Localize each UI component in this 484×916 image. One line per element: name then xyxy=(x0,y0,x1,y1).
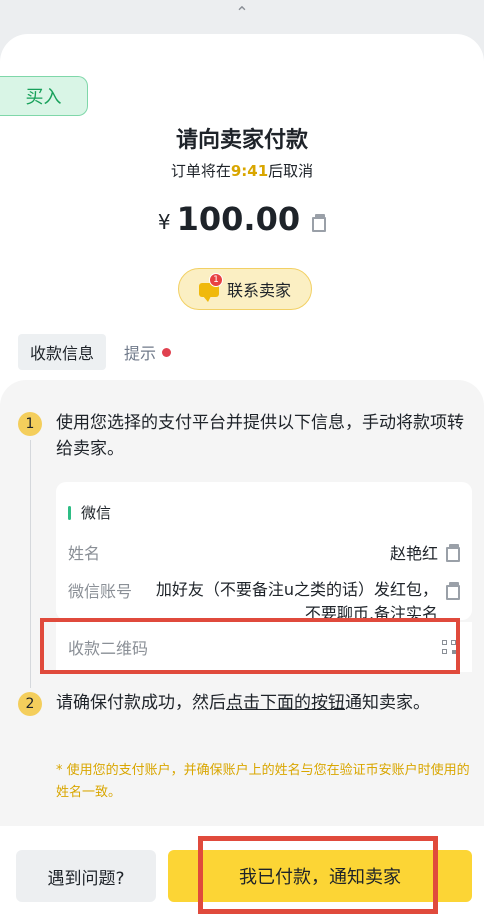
chat-icon: 1 xyxy=(198,273,223,302)
tab-tips-label: 提示 xyxy=(124,344,157,363)
payment-method-row: 微信 xyxy=(68,502,111,523)
name-match-note: * 使用您的支付账户，并确保账户上的姓名与您在验证币安账户时使用的姓名一致。 xyxy=(56,763,470,800)
payment-method-name: 微信 xyxy=(81,504,112,522)
copy-name-icon[interactable] xyxy=(446,544,460,562)
qr-code-row[interactable]: 收款二维码 xyxy=(56,622,472,672)
problem-button[interactable]: 遇到问题? xyxy=(16,850,156,902)
name-label: 姓名 xyxy=(68,544,101,563)
cancel-suffix: 后取消 xyxy=(268,162,314,180)
contact-seller-button[interactable]: 1 联系卖家 xyxy=(178,268,312,310)
step-1-number: 1 xyxy=(18,412,42,436)
info-tabs: 收款信息 提示 xyxy=(18,334,172,370)
chevron-up-icon[interactable]: ⌃ xyxy=(0,0,484,24)
step-2-text-before: 请确保付款成功，然后 xyxy=(56,693,226,713)
notification-dot xyxy=(162,347,172,357)
account-label: 微信账号 xyxy=(68,582,133,601)
unread-badge: 1 xyxy=(208,273,223,287)
step-2-text-after: 通知卖家。 xyxy=(345,693,430,713)
contact-seller-label: 联系卖家 xyxy=(226,281,291,300)
copy-account-icon[interactable] xyxy=(446,582,460,600)
payment-method-card: 微信 姓名 赵艳红 微信账号 加好友（不要备注u之类的话）发红包，不要聊币,备注… xyxy=(56,482,472,620)
step-1-text: 使用您选择的支付平台并提供以下信息，手动将款项转给卖家。 xyxy=(56,413,464,459)
step-2-text-link: 点击下面的按钮 xyxy=(226,693,345,713)
account-value: 加好友（不要备注u之类的话）发红包，不要聊币,备注实名 xyxy=(155,580,438,620)
step-connector-line xyxy=(30,440,31,688)
currency-symbol: ¥ xyxy=(157,210,171,234)
buy-tag: 买入 xyxy=(0,76,88,116)
amount-row: ¥ 100.00 xyxy=(0,200,484,238)
cancel-countdown: 订单将在9:41后取消 xyxy=(0,160,484,181)
cancel-prefix: 订单将在 xyxy=(170,162,231,180)
cancel-time: 9:41 xyxy=(230,162,269,180)
step-2-number: 2 xyxy=(18,692,42,716)
tab-payment-info[interactable]: 收款信息 xyxy=(18,334,107,370)
name-value: 赵艳红 xyxy=(389,544,438,563)
method-indicator xyxy=(68,505,71,520)
collapse-glyph: ⌃ xyxy=(235,2,249,22)
order-amount: 100.00 xyxy=(176,200,301,238)
step-2-text: 请确保付款成功，然后点击下面的按钮通知卖家。 xyxy=(56,690,468,716)
paid-notify-button[interactable]: 我已付款，通知卖家 xyxy=(168,850,472,902)
page-title: 请向卖家付款 xyxy=(175,128,308,153)
qr-code-label: 收款二维码 xyxy=(68,639,149,658)
copy-amount-icon[interactable] xyxy=(312,214,327,232)
tab-tips[interactable]: 提示 xyxy=(124,340,172,364)
qr-code-icon xyxy=(442,640,456,654)
